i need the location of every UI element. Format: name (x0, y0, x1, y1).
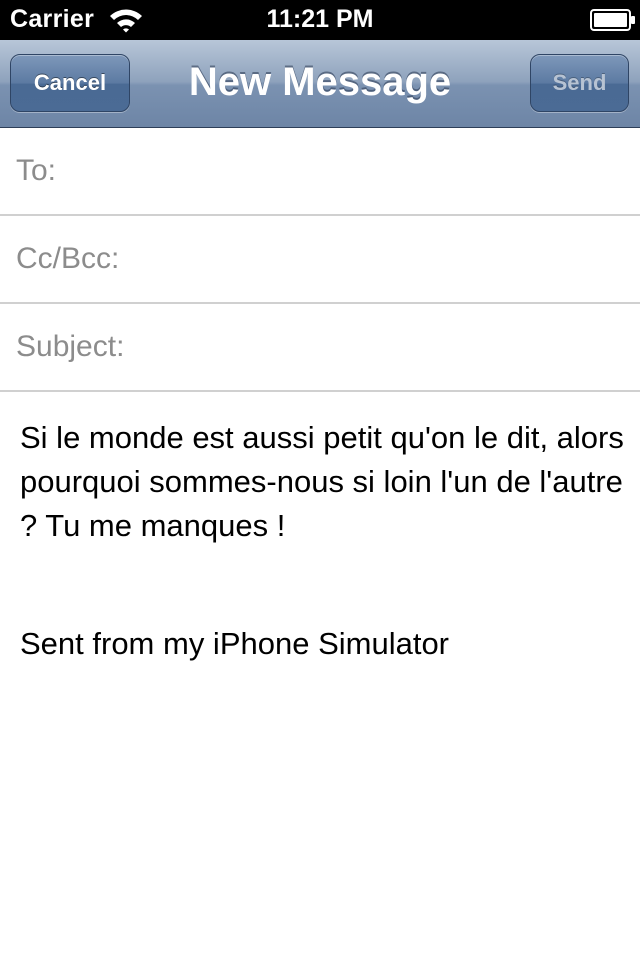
navigation-bar: Cancel New Message Send (0, 40, 640, 128)
message-body[interactable]: Si le monde est aussi petit qu'on le dit… (20, 416, 630, 548)
cc-bcc-label: Cc/Bcc: (16, 242, 120, 275)
subject-label: Subject: (16, 330, 125, 363)
subject-field[interactable]: Subject: (0, 304, 640, 392)
to-field[interactable]: To: (0, 128, 640, 216)
battery-icon (590, 9, 635, 31)
signature: Sent from my iPhone Simulator (20, 626, 450, 661)
send-button[interactable]: Send (530, 54, 629, 112)
to-label: To: (16, 154, 57, 187)
compose-screen: Carrier 11:21 PM Cancel New Message Send… (0, 0, 640, 960)
status-bar: Carrier 11:21 PM (0, 0, 640, 40)
message-text: Si le monde est aussi petit qu'on le dit… (20, 420, 624, 543)
status-time: 11:21 PM (266, 5, 374, 33)
cc-bcc-field[interactable]: Cc/Bcc: (0, 216, 640, 304)
